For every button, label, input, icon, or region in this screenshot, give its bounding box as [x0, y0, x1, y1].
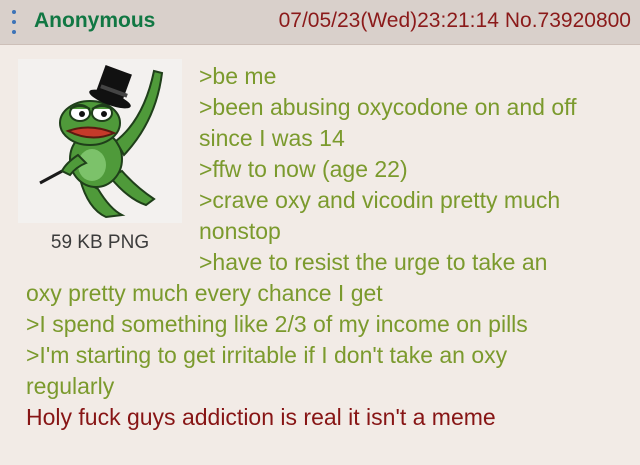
poster-name: Anonymous [34, 9, 156, 32]
post-datetime: 07/05/23(Wed)23:21:14 [278, 9, 499, 32]
greentext-line: oxy pretty much every chance I get [26, 280, 383, 306]
greentext-line: since I was 14 [199, 125, 345, 151]
greentext-line: >have to resist the urge to take an [199, 249, 548, 275]
post-body: 59 KB PNG >be me >been abusing oxycodone… [0, 44, 640, 465]
greentext-line: regularly [26, 373, 115, 399]
post-header: Anonymous 07/05/23(Wed)23:21:14 No.739208… [0, 0, 640, 44]
greentext-line: >I'm starting to get irritable if I don'… [26, 342, 508, 368]
greentext-line: >I spend something like 2/3 of my income… [26, 311, 528, 337]
greentext-line: >been abusing oxycodone on and off [199, 94, 577, 120]
comment-line: Holy fuck guys addiction is real it isn'… [26, 404, 496, 430]
greentext-line: >be me [199, 63, 277, 89]
greentext-line: >crave oxy and vicodin pretty much [199, 187, 561, 213]
post-number[interactable]: No.73920800 [505, 9, 631, 32]
post-thumbnail[interactable] [18, 59, 182, 223]
vertical-dots-icon[interactable] [10, 10, 18, 34]
frog-with-top-hat-image [39, 65, 164, 219]
greentext-line: >ffw to now (age 22) [199, 156, 408, 182]
greentext-line: nonstop [199, 218, 281, 244]
file-info: 59 KB PNG [50, 232, 150, 253]
post-meta: 07/05/23(Wed)23:21:14 No.73920800 [279, 9, 631, 33]
